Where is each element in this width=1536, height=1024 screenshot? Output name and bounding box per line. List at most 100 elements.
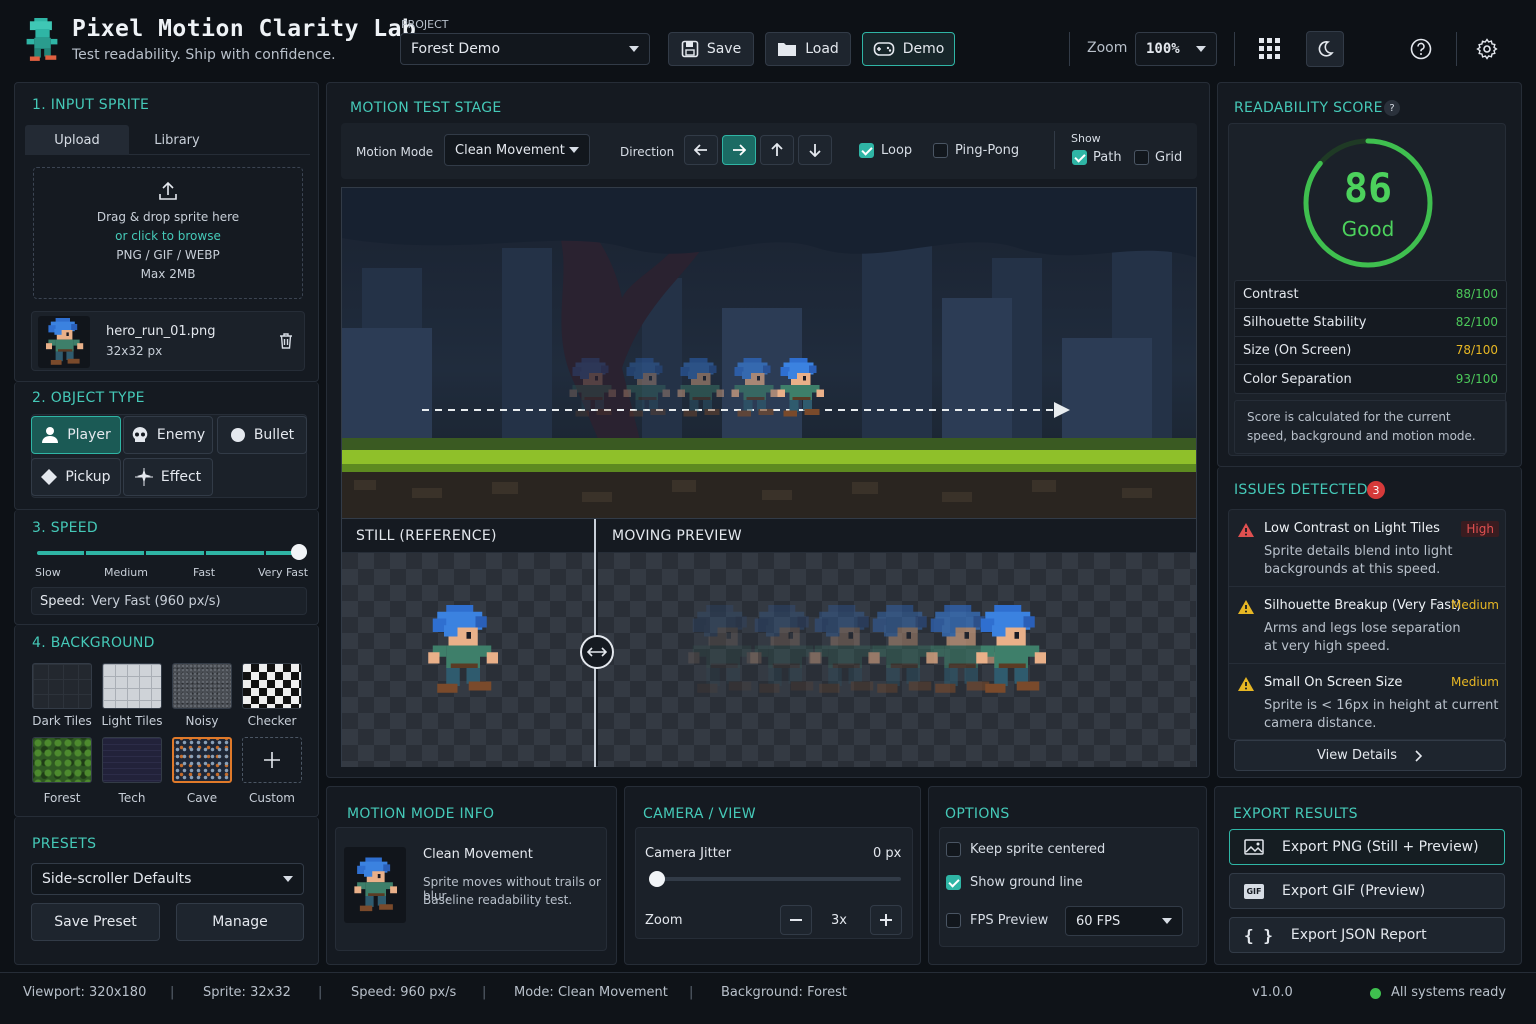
direction-up-button[interactable] <box>760 135 794 165</box>
bg-tile-cave[interactable] <box>172 737 232 783</box>
file-size: 32x32 px <box>106 344 163 358</box>
export-png-button[interactable]: Export PNG (Still + Preview) <box>1229 829 1505 865</box>
skull-icon <box>132 427 148 442</box>
stage-ghost-frame <box>731 358 778 417</box>
loop-checkbox[interactable]: Loop <box>859 143 912 158</box>
floppy-icon <box>681 40 699 58</box>
camera-zoom-label: Zoom <box>645 913 683 928</box>
logo-sprite-icon <box>26 18 58 61</box>
direction-left-button[interactable] <box>684 135 718 165</box>
bg-tile-custom[interactable] <box>242 737 302 783</box>
grid-toggle-button[interactable] <box>1250 32 1290 66</box>
zoom-in-button[interactable] <box>870 905 902 935</box>
load-button[interactable]: Load <box>765 32 851 66</box>
tab-upload[interactable]: Upload <box>25 125 129 155</box>
status-viewport-value: 320x180 <box>89 985 147 1000</box>
demo-button[interactable]: Demo <box>862 32 955 66</box>
theme-toggle-button[interactable] <box>1306 31 1344 67</box>
moving-preview-pane: MOVING PREVIEW <box>598 519 1196 767</box>
show-ground-label: Show ground line <box>970 875 1083 890</box>
issues-panel: ISSUES DETECTED 3 Low Contrast on Light … <box>1217 467 1522 778</box>
pingpong-checkbox[interactable]: Ping-Pong <box>933 143 1019 158</box>
score-metric-row: Color Separation 93/100 <box>1235 365 1506 393</box>
fps-value: 60 FPS <box>1076 913 1121 929</box>
bg-tile-dark[interactable] <box>32 663 92 709</box>
bg-tile-light[interactable] <box>102 663 162 709</box>
bg-tile-checker-label: Checker <box>247 714 297 728</box>
object-type-enemy[interactable]: Enemy <box>123 416 213 454</box>
issues-title: ISSUES DETECTED <box>1234 482 1368 498</box>
zoom-out-button[interactable] <box>780 905 812 935</box>
trash-icon[interactable] <box>278 332 294 350</box>
save-preset-button[interactable]: Save Preset <box>31 903 160 941</box>
save-button[interactable]: Save <box>668 32 754 66</box>
object-type-effect[interactable]: Effect <box>123 458 213 496</box>
bg-tile-forest[interactable] <box>32 737 92 783</box>
path-checkbox[interactable]: Path <box>1072 150 1122 165</box>
metric-score: 88 <box>1455 287 1472 301</box>
fps-preview-checkbox[interactable]: FPS Preview <box>946 913 1048 928</box>
object-type-bullet[interactable]: Bullet <box>217 416 307 454</box>
export-json-button[interactable]: { } Export JSON Report <box>1229 917 1505 953</box>
bg-tile-checker[interactable] <box>242 663 302 709</box>
app-title: Pixel Motion Clarity Lab <box>72 16 417 42</box>
input-sprite-title: 1. INPUT SPRITE <box>32 97 150 113</box>
motion-mode-select[interactable]: Clean Movement <box>444 134 590 166</box>
bg-tile-noisy[interactable] <box>172 663 232 709</box>
view-details-button[interactable]: View Details <box>1234 740 1506 771</box>
browse-link[interactable]: or click to browse <box>34 229 302 243</box>
manage-presets-button[interactable]: Manage <box>176 903 304 941</box>
split-handle[interactable] <box>580 635 614 669</box>
file-thumbnail <box>38 316 90 368</box>
issue-item[interactable]: Small On Screen Size Medium Sprite is < 16… <box>1229 664 1505 741</box>
mode-info-thumbnail <box>344 847 406 923</box>
issue-item[interactable]: Silhouette Breakup (Very Fast) Medium Arms… <box>1229 587 1505 664</box>
export-gif-button[interactable]: GIF Export GIF (Preview) <box>1229 873 1505 909</box>
file-name: hero_run_01.png <box>106 324 216 339</box>
issue-desc: at very high speed. <box>1264 639 1390 654</box>
direction-right-button[interactable] <box>722 135 756 165</box>
preset-select[interactable]: Side-scroller Defaults <box>31 863 304 895</box>
export-results-panel: EXPORT RESULTS Export PNG (Still + Previ… <box>1214 786 1522 965</box>
issue-item[interactable]: Low Contrast on Light Tiles High Sprite de… <box>1229 510 1505 587</box>
tab-library[interactable]: Library <box>129 125 225 155</box>
object-type-title: 2. OBJECT TYPE <box>32 390 145 406</box>
object-type-player[interactable]: Player <box>31 416 121 454</box>
project-select[interactable]: Forest Demo <box>400 33 650 65</box>
speed-slider[interactable] <box>37 544 307 560</box>
status-separator: | <box>170 985 175 1000</box>
metric-score: 93 <box>1455 371 1472 386</box>
path-label: Path <box>1093 150 1122 165</box>
bg-tile-tech[interactable] <box>102 737 162 783</box>
grid-checkbox[interactable]: Grid <box>1134 150 1182 165</box>
camera-jitter-slider[interactable] <box>649 871 901 887</box>
still-reference-title: STILL (REFERENCE) <box>342 519 594 553</box>
moon-icon <box>1318 41 1334 57</box>
drop-zone[interactable]: Drag & drop sprite here or click to brow… <box>33 167 303 299</box>
speed-slider-thumb[interactable] <box>291 544 307 560</box>
status-mode: Mode: Clean Movement <box>514 985 668 1000</box>
issue-severity: High <box>1461 521 1499 537</box>
speed-label-fast: Fast <box>193 566 216 579</box>
fps-select[interactable]: 60 FPS <box>1065 906 1183 936</box>
score-help-icon[interactable]: ? <box>1384 100 1400 116</box>
score-metric-row: Silhouette Stability 82/100 <box>1235 309 1506 337</box>
zoom-select[interactable]: 100% <box>1135 32 1217 66</box>
app-version: v1.0.0 <box>1252 985 1293 1000</box>
status-bg-value: Forest <box>807 985 847 1000</box>
issue-title: Silhouette Breakup (Very Fast) <box>1264 598 1462 613</box>
show-ground-checkbox[interactable]: Show ground line <box>946 875 1083 890</box>
direction-down-button[interactable] <box>798 135 832 165</box>
checkbox-icon <box>1134 150 1149 165</box>
bg-tile-dark-label: Dark Tiles <box>32 714 92 728</box>
status-sprite-value: 32x32 <box>250 985 291 1000</box>
status-bg-label: Background: <box>721 985 803 1000</box>
camera-jitter-label: Camera Jitter <box>645 846 732 861</box>
settings-button[interactable] <box>1468 32 1506 66</box>
stage-ghost-frame <box>677 358 724 417</box>
camera-jitter-thumb[interactable] <box>649 871 665 887</box>
still-hero-sprite <box>428 605 498 693</box>
keep-centered-checkbox[interactable]: Keep sprite centered <box>946 842 1105 857</box>
object-type-pickup[interactable]: Pickup <box>31 458 121 496</box>
help-button[interactable] <box>1402 32 1440 66</box>
